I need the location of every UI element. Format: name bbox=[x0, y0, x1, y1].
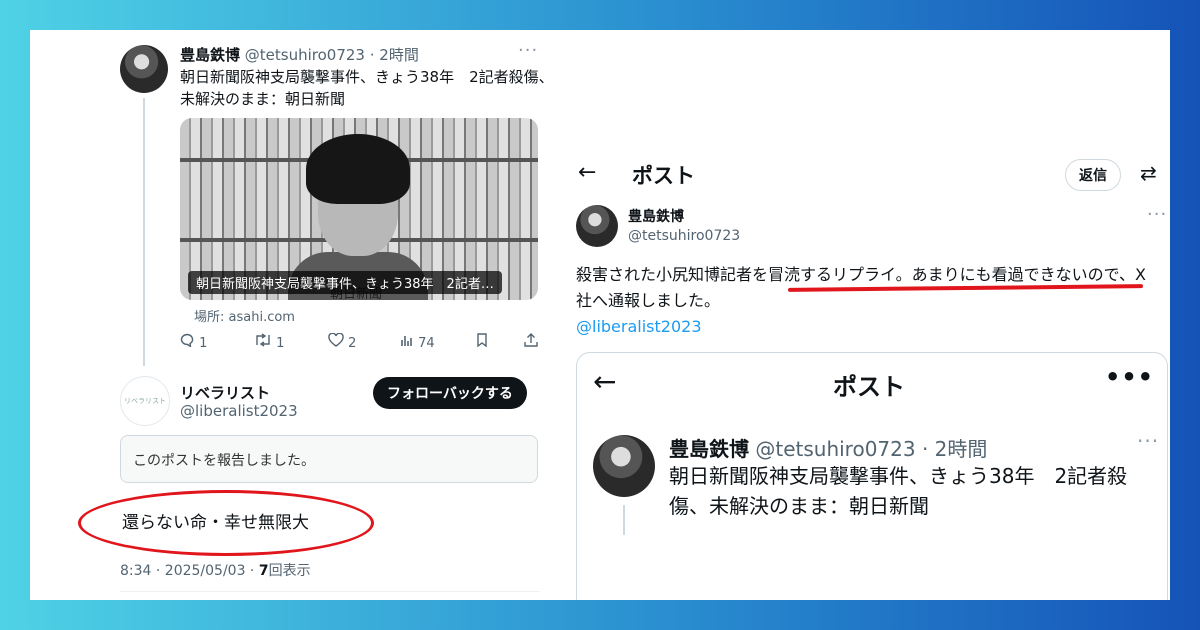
settings-icon[interactable]: ⇄ bbox=[1140, 161, 1157, 185]
bookmark-action[interactable] bbox=[476, 333, 488, 351]
mention-link[interactable]: @liberalist2023 bbox=[576, 317, 702, 336]
timestamp-suffix: 回表示 bbox=[268, 563, 311, 579]
embedded-header: 豊島鉄博 @tetsuhiro0723 · 2時間 bbox=[669, 433, 987, 462]
link-card-title: 朝日新聞阪神支局襲撃事件、きょう38年 2記者… bbox=[188, 271, 502, 294]
heart-icon bbox=[328, 332, 344, 347]
share-icon bbox=[524, 333, 538, 347]
embedded-screenshot[interactable]: ← ポスト ••• 豊島鉄博 @tetsuhiro0723 · 2時間 ··· … bbox=[576, 352, 1168, 600]
author-meta: @tetsuhiro0723 · 2時間 bbox=[244, 46, 419, 64]
more-icon[interactable]: ··· bbox=[1147, 204, 1167, 225]
view-count: 74 bbox=[418, 336, 435, 351]
divider bbox=[120, 591, 540, 592]
reply-author-handle[interactable]: @liberalist2023 bbox=[180, 402, 298, 420]
thread-line bbox=[623, 505, 625, 535]
right-post-panel: ← ポスト 返信 ⇄ 豊島鉄博 @tetsuhiro0723 ··· 殺害された… bbox=[570, 30, 1170, 600]
follow-back-button[interactable]: フォローバックする bbox=[373, 377, 527, 409]
link-source[interactable]: 場所: asahi.com bbox=[194, 306, 295, 325]
left-thread-panel: 豊島鉄博 @tetsuhiro0723 · 2時間 ··· 朝日新聞阪神支局襲撃… bbox=[30, 30, 570, 600]
reply-button[interactable]: 返信 bbox=[1065, 159, 1121, 191]
author-name: 豊島鉄博 bbox=[669, 437, 749, 461]
views-action[interactable]: 74 bbox=[400, 333, 435, 351]
embedded-text: 朝日新聞阪神支局襲撃事件、きょう38年 2記者殺傷、未解決のまま：朝日新聞 bbox=[669, 464, 1128, 518]
embedded-title: ポスト bbox=[833, 373, 905, 401]
reply-count: 1 bbox=[199, 336, 208, 351]
page-title: ポスト bbox=[632, 164, 695, 188]
author-handle[interactable]: @tetsuhiro0723 bbox=[628, 228, 740, 244]
reported-notice: このポストを報告しました。 bbox=[120, 435, 538, 483]
post-timestamp: 8:34 · 2025/05/03 · 7回表示 bbox=[120, 560, 311, 580]
back-arrow-icon[interactable]: ← bbox=[578, 160, 596, 185]
screenshot-card: 豊島鉄博 @tetsuhiro0723 · 2時間 ··· 朝日新聞阪神支局襲撃… bbox=[30, 30, 1170, 600]
tweet-text: 朝日新聞阪神支局襲撃事件、きょう38年 2記者殺傷、未解決のまま：朝日新聞 bbox=[180, 68, 554, 108]
author-name[interactable]: 豊島鉄博 bbox=[628, 206, 684, 226]
retweet-icon bbox=[256, 333, 270, 347]
bookmark-icon bbox=[477, 333, 487, 348]
author-name[interactable]: 豊島鉄博 bbox=[180, 46, 240, 64]
reply-author-name[interactable]: リベラリスト bbox=[180, 382, 270, 403]
avatar[interactable]: リベラリスト bbox=[120, 376, 170, 426]
like-count: 2 bbox=[348, 336, 357, 351]
link-card-image[interactable]: 朝日新聞 朝日新聞阪神支局襲撃事件、きょう38年 2記者… bbox=[180, 118, 538, 300]
action-bar: 1 1 2 74 bbox=[180, 332, 540, 353]
avatar[interactable] bbox=[576, 205, 618, 247]
views-chart-icon bbox=[401, 336, 412, 346]
reply-action[interactable]: 1 bbox=[180, 333, 207, 351]
more-icon: ••• bbox=[1105, 363, 1155, 391]
author-meta: @tetsuhiro0723 · 2時間 bbox=[755, 437, 988, 461]
like-action[interactable]: 2 bbox=[328, 332, 357, 351]
timestamp-views: 7 bbox=[258, 563, 269, 579]
more-icon: ··· bbox=[1137, 429, 1160, 453]
back-arrow-icon: ← bbox=[593, 365, 617, 398]
retweet-count: 1 bbox=[276, 336, 285, 351]
timestamp-time: 8:34 · 2025/05/03 · bbox=[120, 563, 259, 579]
thread-line bbox=[143, 98, 145, 366]
tweet-header: 豊島鉄博 @tetsuhiro0723 · 2時間 bbox=[180, 44, 419, 65]
reply-text: 還らない命・幸せ無限大 bbox=[122, 513, 309, 533]
avatar[interactable] bbox=[120, 45, 168, 93]
avatar bbox=[593, 435, 655, 497]
share-action[interactable] bbox=[524, 333, 538, 351]
retweet-action[interactable]: 1 bbox=[254, 333, 284, 351]
reply-icon bbox=[180, 333, 194, 348]
more-icon[interactable]: ··· bbox=[518, 40, 538, 61]
